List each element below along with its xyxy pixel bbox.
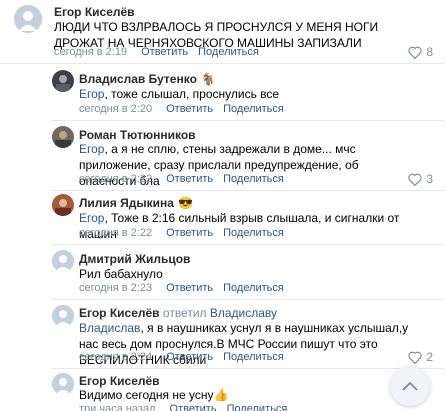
comment-author[interactable]: Егор Киселёв (54, 5, 135, 19)
avatar[interactable] (52, 305, 74, 327)
reply-button[interactable]: Ответить (166, 351, 213, 363)
mention-link[interactable]: Егор (79, 211, 104, 225)
comment-meta: сегодня в 2:19 Ответить Поделиться (54, 46, 259, 58)
separator (52, 244, 445, 245)
comment-meta: сегодня в 2:22 Ответить Поделиться (79, 173, 284, 185)
separator (52, 120, 445, 121)
comment-author[interactable]: Дмитрий Жильцов (79, 252, 190, 266)
comment-time[interactable]: сегодня в 2:24 (79, 351, 152, 363)
comment-meta: сегодня в 2:20 Ответить Поделиться (79, 103, 284, 115)
comment-author[interactable]: Егор Киселёв (79, 374, 160, 388)
answered-to-link[interactable]: Владиславу (210, 306, 277, 320)
avatar[interactable] (52, 194, 74, 216)
avatar[interactable] (52, 250, 74, 272)
mention-link[interactable]: Егор (79, 87, 104, 101)
separator (52, 368, 445, 369)
share-button[interactable]: Поделиться (223, 227, 284, 239)
share-button[interactable]: Поделиться (223, 282, 284, 294)
comment-text: Видимо сегодня не усну👍 (79, 388, 229, 402)
reply-button[interactable]: Ответить (170, 403, 217, 411)
comment-time[interactable]: сегодня в 2:19 (54, 46, 127, 58)
share-button[interactable]: Поделиться (223, 103, 284, 115)
comment-meta: сегодня в 2:24 Ответить Поделиться (79, 351, 284, 363)
reply-button[interactable]: Ответить (166, 173, 213, 185)
comment-author-name[interactable]: Егор Киселёв (79, 306, 160, 320)
like-button[interactable]: 3 (408, 172, 433, 186)
thumbs-up-icon: 👍 (213, 388, 229, 402)
like-button[interactable]: 2 (408, 350, 433, 364)
like-count: 8 (426, 45, 433, 59)
scroll-top-button[interactable] (390, 366, 430, 406)
comment-meta: сегодня в 2:23 Ответить Поделиться (79, 282, 284, 294)
like-count: 3 (426, 172, 433, 186)
share-button[interactable]: Поделиться (198, 46, 259, 58)
mention-link[interactable]: Егор (79, 142, 104, 156)
goat-icon: 🐐 (200, 72, 216, 86)
comment-author[interactable]: Владислав Бутенко 🐐 (79, 72, 216, 86)
avatar[interactable] (14, 5, 42, 33)
comment-time[interactable]: сегодня в 2:22 (79, 227, 152, 239)
comment-time[interactable]: сегодня в 2:22 (79, 173, 152, 185)
like-button[interactable]: 8 (408, 45, 433, 59)
separator (52, 190, 445, 191)
comment-text: Рил бабахнуло (79, 267, 163, 281)
avatar[interactable] (52, 126, 74, 148)
sunglasses-icon: 😎 (177, 196, 193, 210)
reply-button[interactable]: Ответить (166, 227, 213, 239)
mention-link[interactable]: Владислав (79, 321, 140, 335)
comment-meta: три часа назад Ответить Поделиться (79, 403, 287, 411)
avatar[interactable] (52, 70, 74, 92)
reply-button[interactable]: Ответить (166, 282, 213, 294)
reply-button[interactable]: Ответить (141, 46, 188, 58)
comment-author[interactable]: Лилия Ядыкина 😎 (79, 196, 193, 210)
comment-time[interactable]: сегодня в 2:20 (79, 103, 152, 115)
comment-time[interactable]: сегодня в 2:23 (79, 282, 152, 294)
comment-text: Егор, тоже слышал, проснулись все (79, 87, 280, 101)
comment-author: Егор Киселёв ответил Владиславу (79, 306, 277, 320)
comment-author[interactable]: Роман Тютюнников (79, 128, 196, 142)
reply-button[interactable]: Ответить (166, 103, 213, 115)
heart-icon (408, 351, 423, 364)
heart-icon (408, 173, 423, 186)
share-button[interactable]: Поделиться (223, 351, 284, 363)
separator (52, 299, 445, 300)
share-button[interactable]: Поделиться (223, 173, 284, 185)
separator (0, 63, 445, 64)
share-button[interactable]: Поделиться (227, 403, 288, 411)
chevron-up-icon (402, 381, 418, 391)
heart-icon (408, 46, 423, 59)
like-count: 2 (426, 350, 433, 364)
comment-time[interactable]: три часа назад (79, 403, 156, 411)
comment-meta: сегодня в 2:22 Ответить Поделиться (79, 227, 284, 239)
answered-label: ответил (162, 306, 207, 320)
avatar[interactable] (52, 373, 74, 395)
